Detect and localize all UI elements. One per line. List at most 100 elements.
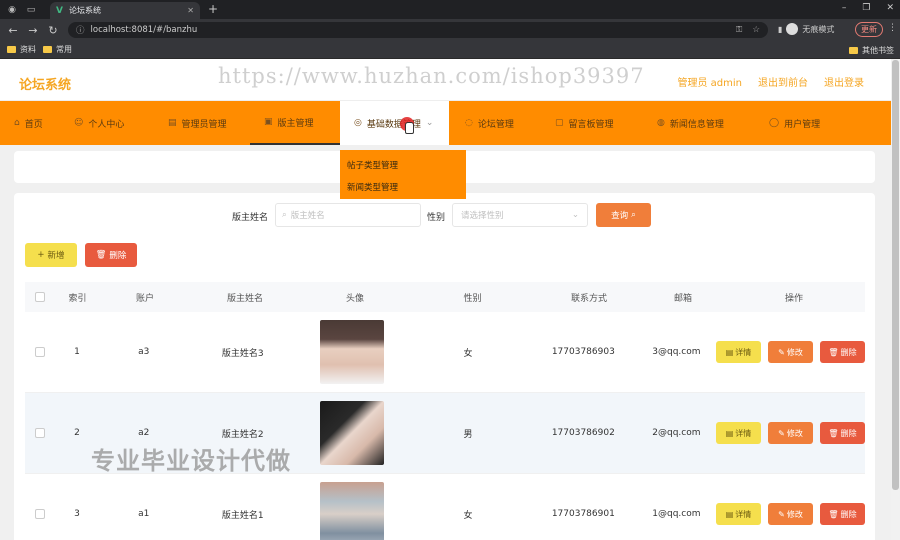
cell-account: a2 xyxy=(138,428,150,438)
detail-button[interactable]: ▤ 详情 xyxy=(716,503,761,525)
delete-button[interactable]: 🗑 删除 xyxy=(820,422,865,444)
profile-name: 无痕模式 xyxy=(802,24,835,34)
back-icon[interactable]: ← xyxy=(6,24,20,37)
delete-button[interactable]: 🗑 删除 xyxy=(820,503,865,525)
logout-link[interactable]: 退出登录 xyxy=(824,74,864,89)
name-search-input[interactable]: ⌕ 版主姓名 xyxy=(275,203,421,227)
scrollbar-thumb[interactable] xyxy=(892,60,899,490)
more-menu-icon[interactable]: ⋮ xyxy=(888,23,897,33)
bookmark-folder[interactable]: 常用 xyxy=(43,44,72,55)
nav-news[interactable]: ◍ 新闻信息管理 xyxy=(643,101,753,145)
detail-icon: ▤ xyxy=(725,428,734,438)
dropdown-item-news-type[interactable]: 新闻类型管理 xyxy=(347,177,466,199)
avatar xyxy=(319,320,384,384)
cell-name: 版主姓名3 xyxy=(221,348,264,359)
sidepanel-icon[interactable]: ▮ xyxy=(778,25,782,34)
nav-users[interactable]: ◯ 用户管理 xyxy=(753,101,853,145)
cell-name: 版主姓名1 xyxy=(221,510,264,521)
url-text: localhost:8081/#/banzhu xyxy=(90,25,198,35)
close-window-icon[interactable]: ✕ xyxy=(886,3,894,13)
add-button[interactable]: + 新增 xyxy=(25,243,77,267)
delete-label: 删除 xyxy=(840,428,857,438)
nav-forum[interactable]: ◌ 论坛管理 xyxy=(449,101,541,145)
browser-menu-icon[interactable]: ◉ xyxy=(5,3,19,17)
forward-icon[interactable]: → xyxy=(26,24,40,37)
nav-label: 新闻信息管理 xyxy=(669,119,724,130)
search-icon: ⌕ xyxy=(631,210,636,220)
admin-label: 管理员 admin xyxy=(677,78,742,89)
other-bookmarks[interactable]: 其他书签 xyxy=(842,45,894,56)
edit-button[interactable]: ✎ 修改 xyxy=(768,341,813,363)
select-all-checkbox[interactable] xyxy=(35,292,45,302)
cell-gender: 女 xyxy=(463,348,473,359)
edit-button[interactable]: ✎ 修改 xyxy=(768,503,813,525)
cell-phone: 17703786901 xyxy=(551,509,615,519)
row-checkbox[interactable] xyxy=(34,428,45,438)
settings-icon: ◎ xyxy=(354,118,362,128)
user-icon: ☺ xyxy=(74,118,84,128)
nav-basic-data[interactable]: ◎ 基础数据管理 ⌄ xyxy=(340,101,449,145)
nav-profile[interactable]: ☺ 个人中心 xyxy=(60,101,148,145)
nav-admin[interactable]: ▤ 管理员管理 xyxy=(148,101,250,145)
url-bar[interactable]: ⓘ localhost:8081/#/banzhu ⚿ ☆ xyxy=(68,22,768,38)
gender-select[interactable]: 请选择性别 ⌄ xyxy=(452,203,588,227)
key-icon[interactable]: ⚿ xyxy=(736,25,742,35)
message-icon: ▢ xyxy=(555,118,564,128)
vue-logo-icon: V xyxy=(56,5,63,16)
col-header: 操作 xyxy=(784,293,803,304)
row-checkbox[interactable] xyxy=(34,347,45,357)
profile-chip[interactable]: ▮ 无痕模式 xyxy=(778,23,834,35)
chevron-down-icon: ⌄ xyxy=(425,118,434,128)
detail-button[interactable]: ▤ 详情 xyxy=(716,422,761,444)
restore-icon[interactable]: ❐ xyxy=(862,3,870,13)
bookmark-label: 常用 xyxy=(56,45,72,54)
update-button[interactable]: 更新 xyxy=(855,22,883,37)
info-icon[interactable]: ⓘ xyxy=(76,24,85,36)
row-checkbox[interactable] xyxy=(34,509,45,519)
col-header: 邮箱 xyxy=(673,293,692,304)
reload-icon[interactable]: ↻ xyxy=(46,24,60,37)
star-icon[interactable]: ☆ xyxy=(752,25,760,35)
detail-button[interactable]: ▤ 详情 xyxy=(716,341,761,363)
watermark-text: 专业毕业设计代做 xyxy=(91,447,291,475)
minimize-icon[interactable]: – xyxy=(842,3,847,13)
dropdown-item-post-type[interactable]: 帖子类型管理 xyxy=(347,155,466,177)
name-placeholder: 版主姓名 xyxy=(290,211,325,221)
nav-label: 用户管理 xyxy=(784,119,821,130)
bulk-delete-button[interactable]: 🗑 删除 xyxy=(85,243,137,267)
nav-label: 留言板管理 xyxy=(568,119,614,130)
browser-tab[interactable]: V 论坛系统 ✕ xyxy=(50,2,200,19)
cell-email: 2@qq.com xyxy=(652,428,701,438)
tab-title: 论坛系统 xyxy=(68,6,101,15)
trash-icon: 🗑 xyxy=(828,347,839,357)
nav-message[interactable]: ▢ 留言板管理 xyxy=(541,101,643,145)
edit-button[interactable]: ✎ 修改 xyxy=(768,422,813,444)
edit-label: 修改 xyxy=(786,509,803,519)
cell-phone: 17703786902 xyxy=(551,428,615,438)
cell-gender: 男 xyxy=(463,429,473,440)
new-tab-button[interactable]: + xyxy=(208,2,218,16)
table-row: 1 a3 版主姓名3 女 17703786903 3@qq.com ▤ 详情 ✎ 修… xyxy=(25,312,865,393)
col-header: 性别 xyxy=(463,293,482,304)
trash-icon: 🗑 xyxy=(828,509,839,519)
edit-label: 修改 xyxy=(786,347,803,357)
bookmark-folder[interactable]: 资料 xyxy=(7,44,36,55)
nav-moderator[interactable]: ▣ 版主管理 xyxy=(250,101,340,145)
back-to-front-link[interactable]: 退出到前台 xyxy=(758,74,808,89)
table-header: 索引 账户 版主姓名 头像 性别 联系方式 邮箱 操作 xyxy=(25,282,865,312)
forum-icon: ◌ xyxy=(465,118,473,128)
cell-name: 版主姓名2 xyxy=(221,429,264,440)
nav-home[interactable]: ⌂ 首页 xyxy=(0,101,60,145)
tab-list-icon[interactable]: ▭ xyxy=(24,3,38,17)
avatar xyxy=(319,482,384,540)
detail-icon: ▤ xyxy=(725,509,734,519)
tab-close-icon[interactable]: ✕ xyxy=(187,6,194,15)
delete-button[interactable]: 🗑 删除 xyxy=(820,341,865,363)
search-button[interactable]: 查询 ⌕ xyxy=(596,203,651,227)
edit-icon: ✎ xyxy=(778,428,785,438)
trash-icon: 🗑 xyxy=(828,428,839,438)
cell-gender: 女 xyxy=(463,510,473,521)
basic-data-dropdown: 帖子类型管理 新闻类型管理 xyxy=(340,150,466,199)
cell-email: 3@qq.com xyxy=(652,347,701,357)
search-icon: ⌕ xyxy=(282,210,287,220)
